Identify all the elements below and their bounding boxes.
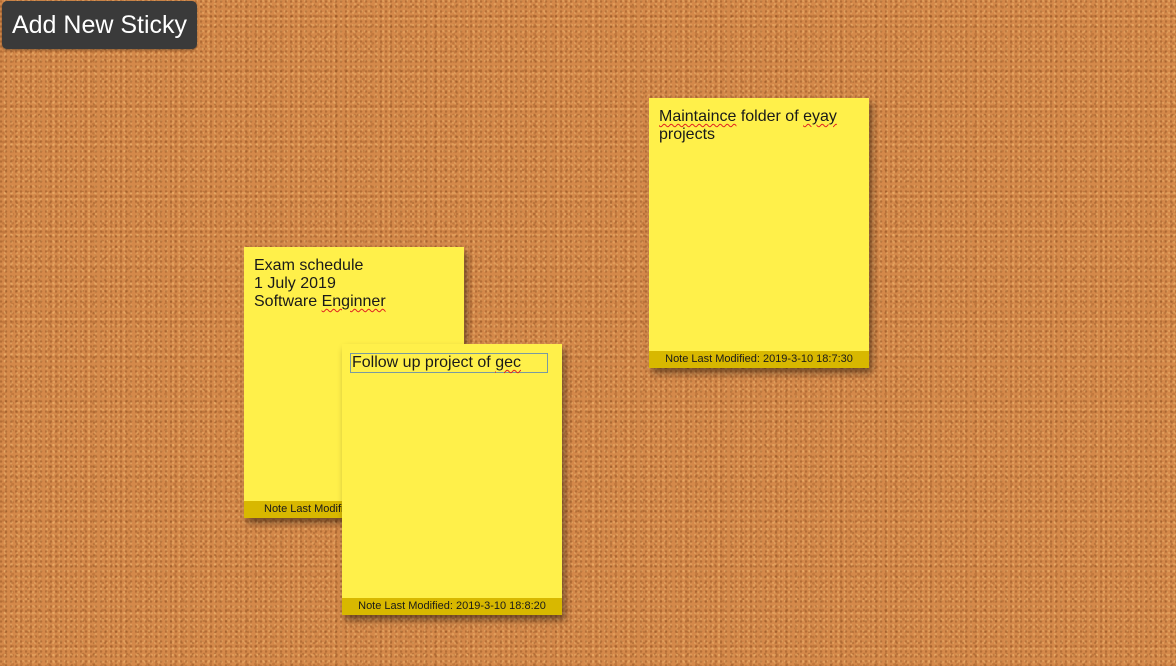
note-text-segment: Exam schedule	[254, 257, 364, 274]
sticky-note-text[interactable]: Maintaince folder of eyay projects	[659, 108, 859, 144]
add-new-sticky-button[interactable]: Add New Sticky	[2, 1, 197, 49]
note-line: 1 July 2019	[254, 275, 454, 293]
note-last-modified: Note Last Modified: 2019-3-10 18:7:30	[649, 351, 869, 368]
misspelled-word: Enginner	[321, 293, 386, 310]
note-line-editing[interactable]: Follow up project of gec	[350, 353, 548, 373]
note-text-segment: folder of	[736, 108, 804, 125]
note-text-segment: Follow up project of	[352, 354, 496, 371]
misspelled-word: gec	[495, 354, 521, 371]
sticky-note[interactable]: Maintaince folder of eyay projects Note …	[649, 98, 869, 368]
misspelled-word: eyay	[803, 108, 837, 125]
note-text-segment: Software	[254, 293, 322, 310]
note-last-modified: Note Last Modified: 2019-3-10 18:8:20	[342, 598, 562, 615]
note-text-segment: projects	[659, 126, 716, 143]
note-line: projects	[659, 126, 859, 144]
sticky-note[interactable]: Follow up project of gec Note Last Modif…	[342, 344, 562, 615]
misspelled-word: Maintaince	[659, 108, 737, 125]
note-line: Software Enginner	[254, 293, 454, 311]
note-text-segment: 1 July 2019	[254, 275, 336, 292]
sticky-note-text[interactable]: Follow up project of gec	[350, 353, 552, 373]
sticky-note-text[interactable]: Exam schedule 1 July 2019 Software Engin…	[254, 257, 454, 311]
note-line: Exam schedule	[254, 257, 454, 275]
note-line: Maintaince folder of eyay	[659, 108, 859, 126]
